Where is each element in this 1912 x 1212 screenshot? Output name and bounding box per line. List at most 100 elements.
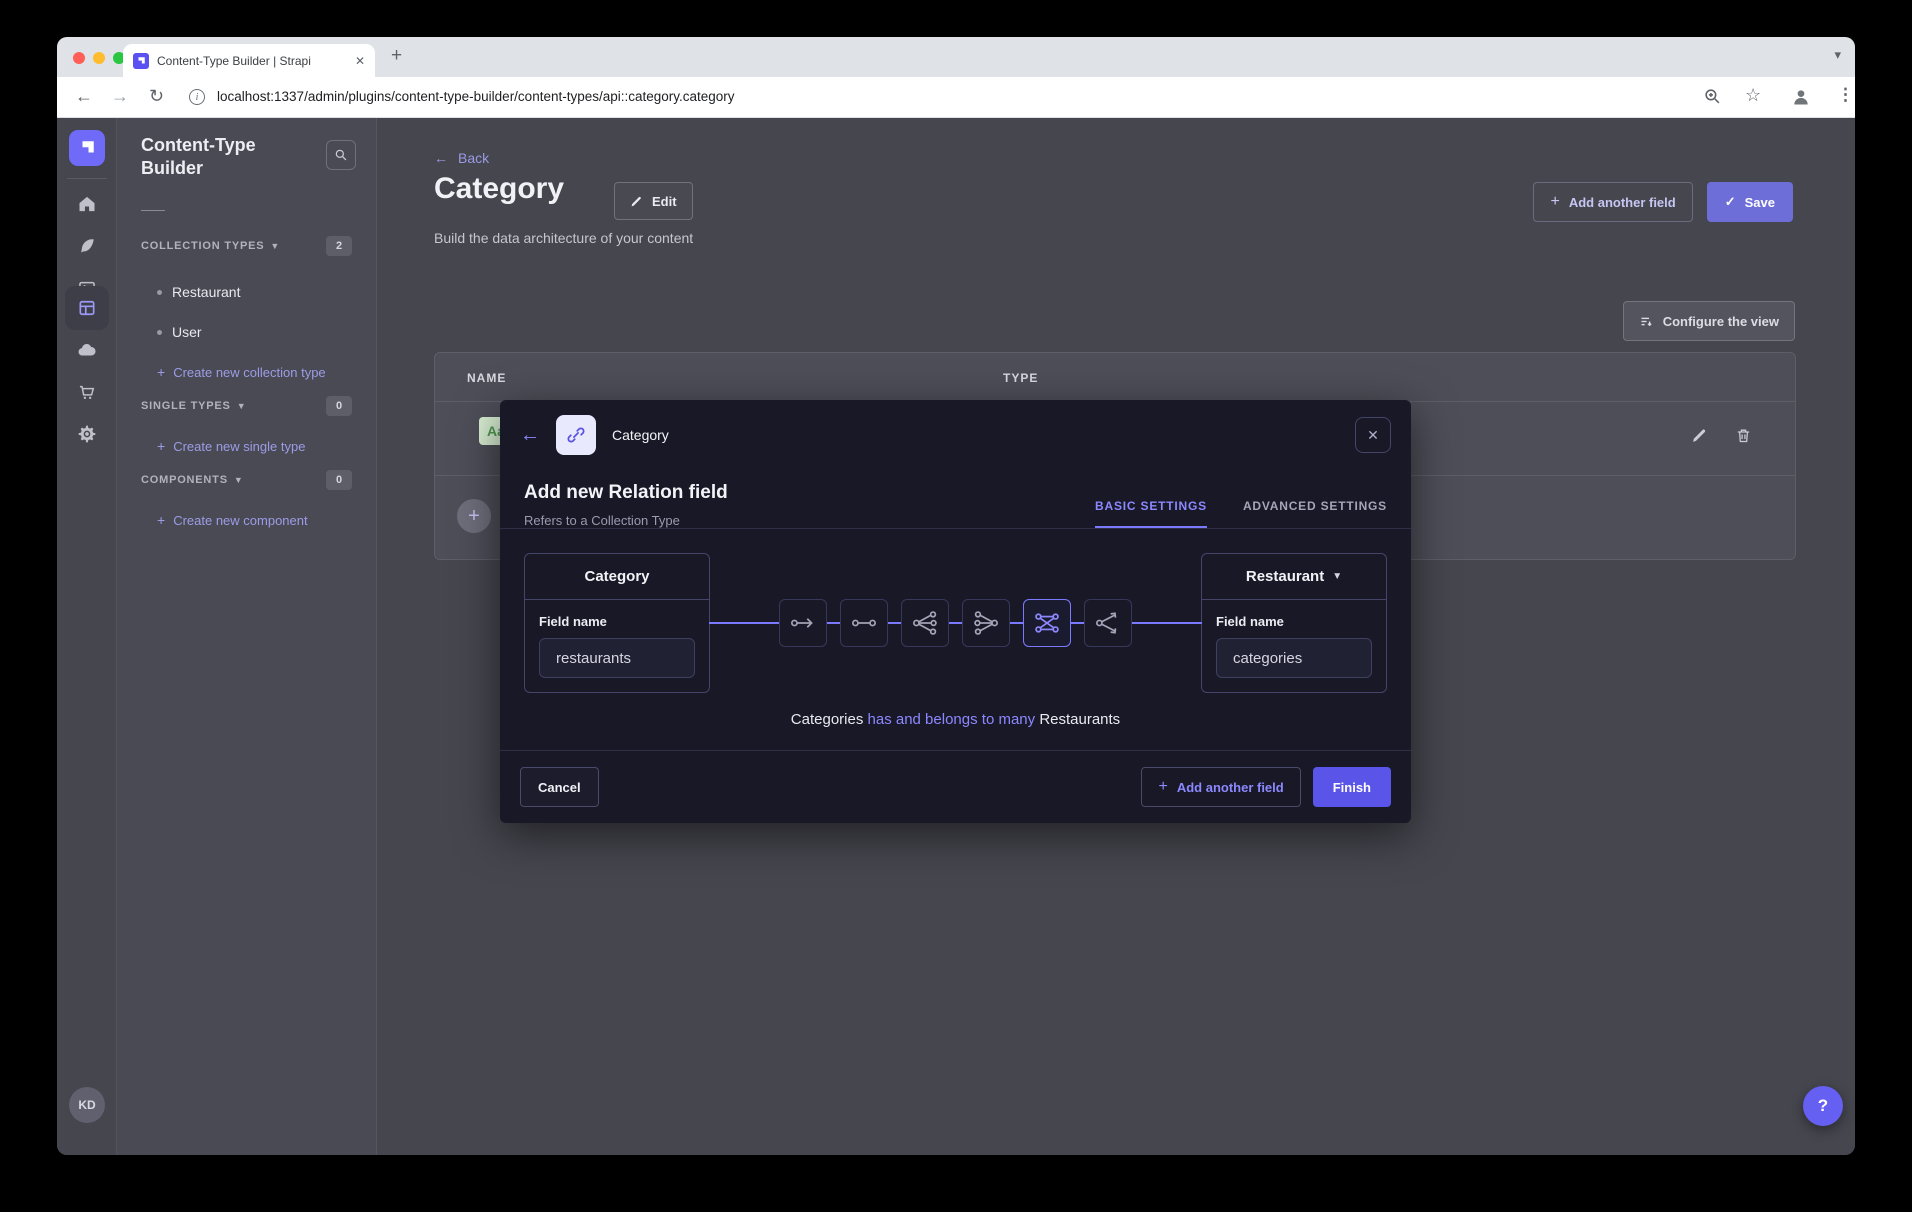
panel-title: Content-Type Builder bbox=[141, 134, 291, 179]
tab-basic-settings[interactable]: BASIC SETTINGS bbox=[1095, 499, 1207, 528]
collection-types-count-badge: 2 bbox=[326, 236, 352, 256]
close-window-button[interactable] bbox=[73, 52, 85, 64]
modal-add-another-field-button[interactable]: + Add another field bbox=[1141, 767, 1300, 807]
save-button[interactable]: ✓ Save bbox=[1707, 182, 1793, 222]
chevron-down-icon: ▼ bbox=[234, 475, 244, 485]
content-type-builder-icon[interactable] bbox=[75, 296, 99, 320]
minimize-window-button[interactable] bbox=[93, 52, 105, 64]
plus-icon: + bbox=[157, 364, 165, 380]
plus-icon: + bbox=[157, 512, 165, 528]
new-tab-button[interactable]: + bbox=[391, 45, 402, 67]
plus-icon: + bbox=[1158, 778, 1167, 796]
nav-rail: KD bbox=[57, 118, 117, 1155]
bullet-icon bbox=[157, 290, 162, 295]
relation-many-to-many-button[interactable] bbox=[1023, 599, 1071, 647]
browser-toolbar: ← → ↻ i localhost:1337/admin/plugins/con… bbox=[57, 77, 1855, 118]
target-collection-dropdown[interactable]: Restaurant ▼ bbox=[1202, 554, 1386, 600]
link-label: Create new single type bbox=[173, 439, 305, 454]
zoom-icon[interactable] bbox=[1703, 87, 1722, 111]
plus-icon: + bbox=[157, 438, 165, 454]
modal-back-arrow-icon[interactable]: ← bbox=[520, 424, 540, 447]
delete-field-trash-icon[interactable] bbox=[1735, 427, 1753, 445]
section-single-types[interactable]: SINGLE TYPES▼ bbox=[141, 400, 246, 412]
sentence-object: Restaurants bbox=[1039, 711, 1120, 728]
button-label: Configure the view bbox=[1663, 314, 1779, 329]
edit-button[interactable]: Edit bbox=[614, 182, 693, 220]
marketplace-cart-icon[interactable] bbox=[75, 380, 99, 404]
plus-icon: + bbox=[468, 505, 480, 528]
relation-one-to-one-button[interactable] bbox=[840, 599, 888, 647]
add-another-field-button[interactable]: + Add another field bbox=[1533, 182, 1692, 222]
add-relation-modal: ← Category ✕ Add new Relation field bbox=[500, 400, 1411, 823]
modal-footer: Cancel + Add another field Finish bbox=[500, 750, 1411, 823]
chevron-down-icon: ▼ bbox=[270, 241, 280, 251]
strapi-admin-app: KD Content-Type Builder COLLECTION TYPES… bbox=[57, 118, 1855, 1155]
search-button[interactable] bbox=[326, 140, 356, 170]
source-field-name-input[interactable]: restaurants bbox=[539, 638, 695, 678]
sentence-relation: has and belongs to many bbox=[868, 711, 1036, 728]
list-settings-icon bbox=[1639, 314, 1654, 329]
relation-many-to-one-button[interactable] bbox=[962, 599, 1010, 647]
field-name-label: Field name bbox=[539, 614, 695, 629]
back-label: Back bbox=[458, 150, 489, 166]
sidebar-item-restaurant[interactable]: Restaurant bbox=[157, 284, 240, 300]
header-actions: + Add another field ✓ Save bbox=[1533, 182, 1793, 222]
forward-icon[interactable]: → bbox=[111, 86, 129, 107]
create-component-link[interactable]: +Create new component bbox=[157, 512, 308, 528]
relation-selector bbox=[710, 553, 1201, 693]
section-components[interactable]: COMPONENTS▼ bbox=[141, 474, 244, 486]
item-label: Restaurant bbox=[172, 284, 240, 300]
page-title: Category bbox=[434, 172, 564, 206]
create-collection-type-link[interactable]: + Create new collection type bbox=[157, 364, 326, 380]
back-link[interactable]: ← Back bbox=[434, 150, 489, 166]
relation-one-to-many-button[interactable] bbox=[901, 599, 949, 647]
many-to-many-icon bbox=[1032, 608, 1062, 638]
profile-avatar-icon[interactable] bbox=[1791, 87, 1811, 112]
tab-advanced-settings[interactable]: ADVANCED SETTINGS bbox=[1243, 499, 1387, 528]
cloud-icon[interactable] bbox=[75, 338, 99, 362]
user-avatar[interactable]: KD bbox=[69, 1087, 105, 1123]
column-header-type: TYPE bbox=[1003, 371, 1038, 385]
arrow-left-icon: ← bbox=[434, 150, 448, 166]
reload-icon[interactable]: ↻ bbox=[149, 86, 164, 107]
back-icon[interactable]: ← bbox=[75, 86, 93, 107]
bookmark-star-icon[interactable]: ☆ bbox=[1745, 85, 1761, 106]
tab-search-chevron-icon[interactable]: ▾ bbox=[1834, 47, 1841, 63]
modal-titlebar: Add new Relation field Refers to a Colle… bbox=[500, 470, 1411, 528]
modal-subtitle: Refers to a Collection Type bbox=[524, 513, 728, 528]
relation-one-way-button[interactable] bbox=[779, 599, 827, 647]
home-icon[interactable] bbox=[75, 192, 99, 216]
tab-close-icon[interactable]: ✕ bbox=[355, 54, 365, 68]
target-field-name-input[interactable]: categories bbox=[1216, 638, 1372, 678]
table-add-field-button[interactable]: + bbox=[457, 499, 491, 533]
browser-menu-icon[interactable]: ⋮ bbox=[1837, 85, 1854, 105]
many-way-icon bbox=[1093, 608, 1123, 638]
cancel-button[interactable]: Cancel bbox=[520, 767, 599, 807]
close-icon[interactable]: ✕ bbox=[1355, 417, 1391, 453]
section-collection-types[interactable]: COLLECTION TYPES▼ bbox=[141, 240, 280, 252]
finish-button[interactable]: Finish bbox=[1313, 767, 1391, 807]
help-button[interactable]: ? bbox=[1803, 1086, 1843, 1126]
create-single-type-link[interactable]: + Create new single type bbox=[157, 438, 305, 454]
browser-tab[interactable]: Content-Type Builder | Strapi ✕ bbox=[123, 44, 375, 77]
url-field[interactable]: localhost:1337/admin/plugins/content-typ… bbox=[217, 89, 735, 104]
strapi-logo[interactable] bbox=[69, 130, 105, 166]
one-way-icon bbox=[788, 608, 818, 638]
site-info-icon[interactable]: i bbox=[189, 89, 205, 105]
source-card: Category Field name restaurants bbox=[524, 553, 710, 693]
relation-many-way-button[interactable] bbox=[1084, 599, 1132, 647]
dropdown-value: Restaurant bbox=[1246, 568, 1324, 585]
rail-divider bbox=[67, 178, 107, 179]
content-manager-feather-icon[interactable] bbox=[75, 234, 99, 258]
modal-breadcrumb: Category bbox=[612, 427, 669, 443]
edit-field-pencil-icon[interactable] bbox=[1691, 427, 1709, 445]
link-label: Create new collection type bbox=[173, 365, 325, 380]
button-label: Add another field bbox=[1569, 195, 1676, 210]
configure-view-button[interactable]: Configure the view bbox=[1623, 301, 1795, 341]
settings-gear-icon[interactable] bbox=[75, 422, 99, 446]
sidebar-item-user[interactable]: User bbox=[157, 324, 202, 340]
page-subtitle: Build the data architecture of your cont… bbox=[434, 230, 693, 246]
tab-title: Content-Type Builder | Strapi bbox=[157, 54, 347, 68]
check-icon: ✓ bbox=[1725, 194, 1736, 210]
strapi-favicon-icon bbox=[133, 53, 149, 69]
